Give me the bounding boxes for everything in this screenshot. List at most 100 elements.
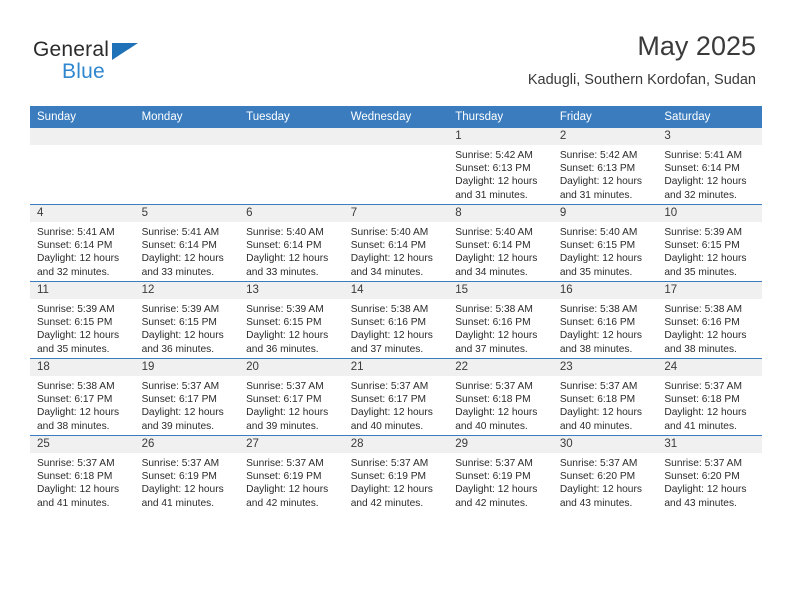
sunrise-text: Sunrise: 5:39 AM (141, 304, 220, 315)
logo-text-blue: Blue (62, 60, 105, 83)
daylight-text-line2: and 36 minutes. (141, 343, 215, 355)
day-details: Sunrise: 5:41 AM Sunset: 6:14 PM Daylight:… (657, 145, 762, 202)
daylight-text-line1: Daylight: 12 hours (246, 330, 329, 342)
day-number: 27 (239, 436, 344, 453)
calendar-week-row: 11 Sunrise: 5:39 AM Sunset: 6:15 PM Dayligh… (30, 281, 762, 359)
day-cell[interactable]: 31 Sunrise: 5:37 AM Sunset: 6:20 PM Dayligh… (657, 435, 762, 512)
day-number: 26 (134, 436, 240, 453)
day-cell[interactable]: 5 Sunrise: 5:41 AM Sunset: 6:14 PM Daylight… (134, 204, 240, 282)
daylight-text-line1: Daylight: 12 hours (37, 407, 120, 419)
day-number: 2 (552, 128, 658, 145)
day-cell[interactable]: 21 Sunrise: 5:37 AM Sunset: 6:17 PM Dayligh… (343, 358, 449, 436)
daylight-text-line2: and 34 minutes. (455, 266, 528, 278)
sunset-text: Sunset: 6:20 PM (664, 471, 740, 483)
day-details: Sunrise: 5:37 AM Sunset: 6:18 PM Daylight:… (30, 453, 135, 510)
day-details: Sunrise: 5:42 AM Sunset: 6:13 PM Daylight:… (448, 145, 553, 202)
day-cell[interactable]: 14 Sunrise: 5:38 AM Sunset: 6:16 PM Dayligh… (343, 281, 449, 359)
sunset-text: Sunset: 6:17 PM (350, 394, 427, 406)
daylight-text-line1: Daylight: 12 hours (37, 484, 120, 496)
daylight-text-line1: Daylight: 12 hours (455, 253, 538, 265)
triangle-icon (112, 43, 138, 60)
day-cell-empty (134, 128, 240, 205)
day-cell[interactable]: 8 Sunrise: 5:40 AM Sunset: 6:14 PM Daylight… (448, 204, 553, 282)
column-header-tuesday: Tuesday (239, 106, 344, 128)
sunrise-text: Sunrise: 5:37 AM (246, 458, 324, 469)
column-header-friday: Friday (552, 106, 658, 128)
daylight-text-line2: and 41 minutes. (664, 420, 737, 432)
daylight-text-line1: Daylight: 12 hours (350, 253, 433, 265)
day-cell[interactable]: 28 Sunrise: 5:37 AM Sunset: 6:19 PM Dayligh… (343, 435, 449, 512)
day-cell[interactable]: 11 Sunrise: 5:39 AM Sunset: 6:15 PM Dayligh… (30, 281, 135, 359)
day-number: 3 (657, 128, 762, 145)
day-cell[interactable]: 24 Sunrise: 5:37 AM Sunset: 6:18 PM Dayligh… (657, 358, 762, 436)
day-cell[interactable]: 7 Sunrise: 5:40 AM Sunset: 6:14 PM Daylight… (343, 204, 449, 282)
day-number: 9 (552, 205, 658, 222)
day-cell[interactable]: 18 Sunrise: 5:38 AM Sunset: 6:17 PM Dayligh… (30, 358, 135, 436)
day-cell[interactable]: 19 Sunrise: 5:37 AM Sunset: 6:17 PM Dayligh… (134, 358, 240, 436)
day-details: Sunrise: 5:37 AM Sunset: 6:18 PM Daylight:… (448, 376, 553, 433)
daylight-text-line1: Daylight: 12 hours (455, 484, 538, 496)
sunrise-text: Sunrise: 5:37 AM (350, 458, 429, 469)
sunset-text: Sunset: 6:17 PM (246, 394, 322, 406)
day-cell[interactable]: 16 Sunrise: 5:38 AM Sunset: 6:16 PM Dayligh… (552, 281, 658, 359)
day-cell[interactable]: 30 Sunrise: 5:37 AM Sunset: 6:20 PM Dayligh… (552, 435, 658, 512)
sunrise-text: Sunrise: 5:38 AM (37, 381, 115, 392)
calendar-week-row: 4 Sunrise: 5:41 AM Sunset: 6:14 PM Daylight… (30, 204, 762, 282)
day-cell[interactable]: 1 Sunrise: 5:42 AM Sunset: 6:13 PM Daylight… (448, 128, 553, 205)
day-cell[interactable]: 6 Sunrise: 5:40 AM Sunset: 6:14 PM Daylight… (239, 204, 344, 282)
day-details: Sunrise: 5:38 AM Sunset: 6:16 PM Daylight:… (344, 299, 449, 356)
day-number: 4 (30, 205, 135, 222)
sunrise-text: Sunrise: 5:38 AM (350, 304, 429, 315)
calendar-week-row: 18 Sunrise: 5:38 AM Sunset: 6:17 PM Dayligh… (30, 358, 762, 436)
day-details: Sunrise: 5:37 AM Sunset: 6:18 PM Daylight:… (657, 376, 762, 433)
day-cell[interactable]: 29 Sunrise: 5:37 AM Sunset: 6:19 PM Dayligh… (448, 435, 553, 512)
day-cell[interactable]: 12 Sunrise: 5:39 AM Sunset: 6:15 PM Dayligh… (134, 281, 240, 359)
day-number: 24 (657, 359, 762, 376)
sunrise-text: Sunrise: 5:40 AM (455, 227, 533, 238)
daylight-text-line2: and 42 minutes. (246, 497, 319, 509)
day-number: 16 (552, 282, 658, 299)
general-blue-logo[interactable]: General Blue (33, 38, 213, 86)
day-number: 7 (343, 205, 449, 222)
day-cell[interactable]: 15 Sunrise: 5:38 AM Sunset: 6:16 PM Dayligh… (448, 281, 553, 359)
day-cell[interactable]: 17 Sunrise: 5:38 AM Sunset: 6:16 PM Dayligh… (657, 281, 762, 359)
sunset-text: Sunset: 6:19 PM (455, 471, 531, 483)
day-number: 15 (448, 282, 553, 299)
day-details: Sunrise: 5:38 AM Sunset: 6:16 PM Daylight:… (657, 299, 762, 356)
daylight-text-line2: and 37 minutes. (455, 343, 528, 355)
day-cell[interactable]: 10 Sunrise: 5:39 AM Sunset: 6:15 PM Dayligh… (657, 204, 762, 282)
daylight-text-line2: and 40 minutes. (350, 420, 424, 432)
daylight-text-line2: and 42 minutes. (455, 497, 528, 509)
day-details: Sunrise: 5:37 AM Sunset: 6:19 PM Daylight:… (344, 453, 449, 510)
day-cell[interactable]: 22 Sunrise: 5:37 AM Sunset: 6:18 PM Dayligh… (448, 358, 553, 436)
day-cell[interactable]: 23 Sunrise: 5:37 AM Sunset: 6:18 PM Dayligh… (552, 358, 658, 436)
sunset-text: Sunset: 6:20 PM (559, 471, 636, 483)
day-number: 28 (343, 436, 449, 453)
day-details: Sunrise: 5:39 AM Sunset: 6:15 PM Daylight:… (239, 299, 344, 356)
day-cell[interactable]: 27 Sunrise: 5:37 AM Sunset: 6:19 PM Dayligh… (239, 435, 344, 512)
day-cell[interactable]: 2 Sunrise: 5:42 AM Sunset: 6:13 PM Daylight… (552, 128, 658, 205)
page-title: May 2025 (637, 31, 756, 61)
sunrise-text: Sunrise: 5:37 AM (141, 458, 220, 469)
day-cell[interactable]: 4 Sunrise: 5:41 AM Sunset: 6:14 PM Daylight… (30, 204, 135, 282)
day-cell[interactable]: 25 Sunrise: 5:37 AM Sunset: 6:18 PM Dayligh… (30, 435, 135, 512)
day-details: Sunrise: 5:37 AM Sunset: 6:17 PM Daylight:… (344, 376, 449, 433)
day-cell[interactable]: 13 Sunrise: 5:39 AM Sunset: 6:15 PM Dayligh… (239, 281, 344, 359)
day-cell[interactable]: 3 Sunrise: 5:41 AM Sunset: 6:14 PM Daylight… (657, 128, 762, 205)
daylight-text-line1: Daylight: 12 hours (246, 407, 329, 419)
daylight-text-line1: Daylight: 12 hours (141, 253, 224, 265)
day-number: 17 (657, 282, 762, 299)
day-cell[interactable]: 20 Sunrise: 5:37 AM Sunset: 6:17 PM Dayligh… (239, 358, 344, 436)
day-cell[interactable]: 9 Sunrise: 5:40 AM Sunset: 6:15 PM Daylight… (552, 204, 658, 282)
sunrise-sunset-calendar: Sunday Monday Tuesday Wednesday Thursday… (30, 106, 762, 512)
daylight-text-line1: Daylight: 12 hours (350, 407, 433, 419)
day-cell[interactable]: 26 Sunrise: 5:37 AM Sunset: 6:19 PM Dayligh… (134, 435, 240, 512)
calendar-header-row: Sunday Monday Tuesday Wednesday Thursday… (30, 106, 762, 128)
daylight-text-line1: Daylight: 12 hours (664, 176, 747, 188)
sunrise-text: Sunrise: 5:42 AM (455, 150, 533, 161)
day-details: Sunrise: 5:40 AM Sunset: 6:14 PM Daylight:… (239, 222, 344, 279)
day-cell-empty (30, 128, 135, 205)
sunset-text: Sunset: 6:18 PM (455, 394, 531, 406)
daylight-text-line1: Daylight: 12 hours (141, 330, 224, 342)
daylight-text-line1: Daylight: 12 hours (559, 484, 642, 496)
